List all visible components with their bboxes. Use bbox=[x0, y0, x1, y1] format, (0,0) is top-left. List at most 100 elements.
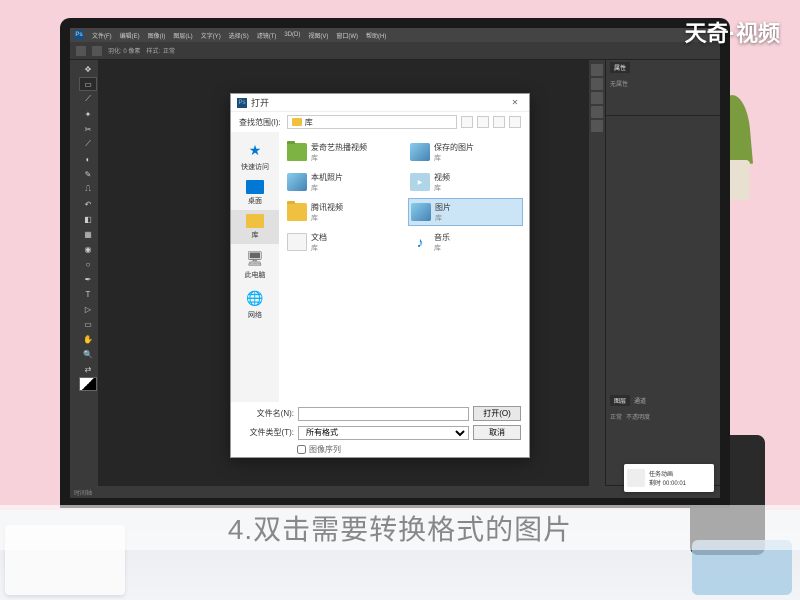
history-brush-tool[interactable]: ↶ bbox=[79, 197, 97, 211]
menu-view[interactable]: 视图(V) bbox=[308, 31, 328, 40]
library-icon bbox=[246, 214, 264, 228]
dodge-tool[interactable]: ○ bbox=[79, 257, 97, 271]
dialog-body: ★ 快速访问 桌面 库 🖥 此电脑 bbox=[231, 132, 529, 402]
left-strip bbox=[70, 60, 78, 486]
tab-layers[interactable]: 图层 bbox=[610, 395, 630, 406]
dialog-title: 打开 bbox=[251, 96, 507, 109]
filename-input[interactable] bbox=[298, 407, 469, 421]
tab-properties[interactable]: 属性 bbox=[610, 62, 630, 73]
gradient-tool[interactable]: ▦ bbox=[79, 227, 97, 241]
file-type: 库 bbox=[311, 213, 343, 223]
sidebar-label: 快速访问 bbox=[241, 162, 269, 172]
file-item[interactable]: 文档 库 bbox=[285, 228, 400, 256]
wand-tool[interactable]: ✦ bbox=[79, 107, 97, 121]
pictures-icon bbox=[411, 203, 431, 221]
tool-preset-icon[interactable] bbox=[76, 46, 86, 56]
nav-up-button[interactable] bbox=[477, 116, 489, 128]
marquee-mode-icon[interactable] bbox=[92, 46, 102, 56]
panel-icon-1[interactable] bbox=[591, 64, 603, 76]
right-icon-strip bbox=[589, 60, 605, 486]
shape-tool[interactable]: ▭ bbox=[79, 317, 97, 331]
file-item[interactable]: 保存的图片 库 bbox=[408, 138, 523, 166]
file-name: 本机照片 bbox=[311, 172, 343, 183]
fg-bg-swatch[interactable] bbox=[79, 377, 97, 391]
type-tool[interactable]: T bbox=[79, 287, 97, 301]
monitor-frame: Ps 文件(F) 编辑(E) 图像(I) 图层(L) 文字(Y) 选择(S) 滤… bbox=[60, 18, 730, 508]
close-icon[interactable]: ✕ bbox=[507, 98, 523, 107]
crop-tool[interactable]: ✂ bbox=[79, 122, 97, 136]
panel-icon-3[interactable] bbox=[591, 92, 603, 104]
color-swap-icon[interactable]: ⇄ bbox=[79, 362, 97, 376]
file-item[interactable]: 腾讯视频 库 bbox=[285, 198, 400, 226]
nav-view-button[interactable] bbox=[509, 116, 521, 128]
folder-icon bbox=[287, 143, 307, 161]
caption-bar: 4.双击需要转换格式的图片 bbox=[0, 505, 800, 550]
menu-filter[interactable]: 滤镜(T) bbox=[257, 31, 277, 40]
sidebar-item-lib[interactable]: 库 bbox=[231, 210, 279, 244]
sidebar-label: 桌面 bbox=[248, 196, 262, 206]
file-item[interactable]: 爱奇艺热播视频 库 bbox=[285, 138, 400, 166]
sidebar-item-quick[interactable]: ★ 快速访问 bbox=[231, 136, 279, 176]
eraser-tool[interactable]: ◧ bbox=[79, 212, 97, 226]
video-icon bbox=[410, 173, 430, 191]
zoom-tool[interactable]: 🔍 bbox=[79, 347, 97, 361]
menu-layer[interactable]: 图层(L) bbox=[173, 31, 192, 40]
panel-icon-5[interactable] bbox=[591, 120, 603, 132]
file-item[interactable]: 本机照片 库 bbox=[285, 168, 400, 196]
file-name: 爱奇艺热播视频 bbox=[311, 142, 367, 153]
path-dropdown[interactable]: 库 bbox=[287, 115, 457, 129]
menu-select[interactable]: 选择(S) bbox=[229, 31, 249, 40]
sidebar-item-pc[interactable]: 🖥 此电脑 bbox=[231, 244, 279, 284]
timeline-label: 时间轴 bbox=[74, 488, 92, 497]
menu-help[interactable]: 帮助(H) bbox=[366, 31, 386, 40]
style-value[interactable]: 正常 bbox=[163, 46, 175, 55]
sidebar-item-net[interactable]: 🌐 网络 bbox=[231, 284, 279, 324]
notification-popup[interactable]: 任务动画 剩时 00:00:01 bbox=[624, 464, 714, 492]
blur-tool[interactable]: ◉ bbox=[79, 242, 97, 256]
file-item[interactable]: 视频 库 bbox=[408, 168, 523, 196]
move-tool[interactable]: ✥ bbox=[79, 62, 97, 76]
hand-tool[interactable]: ✋ bbox=[79, 332, 97, 346]
nav-new-button[interactable] bbox=[493, 116, 505, 128]
marquee-tool[interactable]: ▭ bbox=[79, 77, 97, 91]
dialog-titlebar: Ps 打开 ✕ bbox=[231, 94, 529, 112]
brush-tool[interactable]: ✎ bbox=[79, 167, 97, 181]
nav-back-button[interactable] bbox=[461, 116, 473, 128]
tab-channels[interactable]: 通道 bbox=[630, 395, 650, 406]
menu-3d[interactable]: 3D(D) bbox=[284, 32, 300, 38]
sidebar-label: 库 bbox=[252, 230, 259, 240]
eyedropper-tool[interactable]: ⟋ bbox=[79, 137, 97, 151]
pen-tool[interactable]: ✒ bbox=[79, 272, 97, 286]
menu-window[interactable]: 窗口(W) bbox=[336, 31, 358, 40]
file-name: 视频 bbox=[434, 172, 450, 183]
sequence-checkbox-row: 图像序列 bbox=[297, 444, 521, 455]
menu-file[interactable]: 文件(F) bbox=[92, 31, 112, 40]
sidebar-item-desktop[interactable]: 桌面 bbox=[231, 176, 279, 210]
open-button[interactable]: 打开(O) bbox=[473, 406, 521, 421]
menu-image[interactable]: 图像(I) bbox=[148, 31, 166, 40]
panel-icon-4[interactable] bbox=[591, 106, 603, 118]
menu-edit[interactable]: 编辑(E) bbox=[120, 31, 140, 40]
sequence-checkbox[interactable] bbox=[297, 445, 306, 454]
file-item-selected[interactable]: 图片 库 bbox=[408, 198, 523, 226]
heal-tool[interactable]: ◐ bbox=[79, 152, 97, 166]
filetype-select[interactable]: 所有格式 bbox=[298, 426, 469, 440]
file-name: 音乐 bbox=[434, 232, 450, 243]
pictures-icon bbox=[287, 173, 307, 191]
dialog-ps-icon: Ps bbox=[237, 98, 247, 108]
blend-mode[interactable]: 正常 bbox=[610, 412, 622, 421]
ps-logo-icon: Ps bbox=[74, 30, 84, 40]
file-item[interactable]: ♪ 音乐 库 bbox=[408, 228, 523, 256]
path-tool[interactable]: ▷ bbox=[79, 302, 97, 316]
dialog-nav: 查找范围(I): 库 bbox=[231, 112, 529, 132]
caption-text: 4.双击需要转换格式的图片 bbox=[228, 508, 572, 548]
stamp-tool[interactable]: ⎍ bbox=[79, 182, 97, 196]
file-type: 库 bbox=[311, 243, 327, 253]
panel-icon-2[interactable] bbox=[591, 78, 603, 90]
cancel-button[interactable]: 取消 bbox=[473, 425, 521, 440]
desktop-icon bbox=[246, 180, 264, 194]
nav-label: 查找范围(I): bbox=[239, 117, 281, 128]
lasso-tool[interactable]: ⟋ bbox=[79, 92, 97, 106]
menu-type[interactable]: 文字(Y) bbox=[201, 31, 221, 40]
dialog-sidebar: ★ 快速访问 桌面 库 🖥 此电脑 bbox=[231, 132, 279, 402]
